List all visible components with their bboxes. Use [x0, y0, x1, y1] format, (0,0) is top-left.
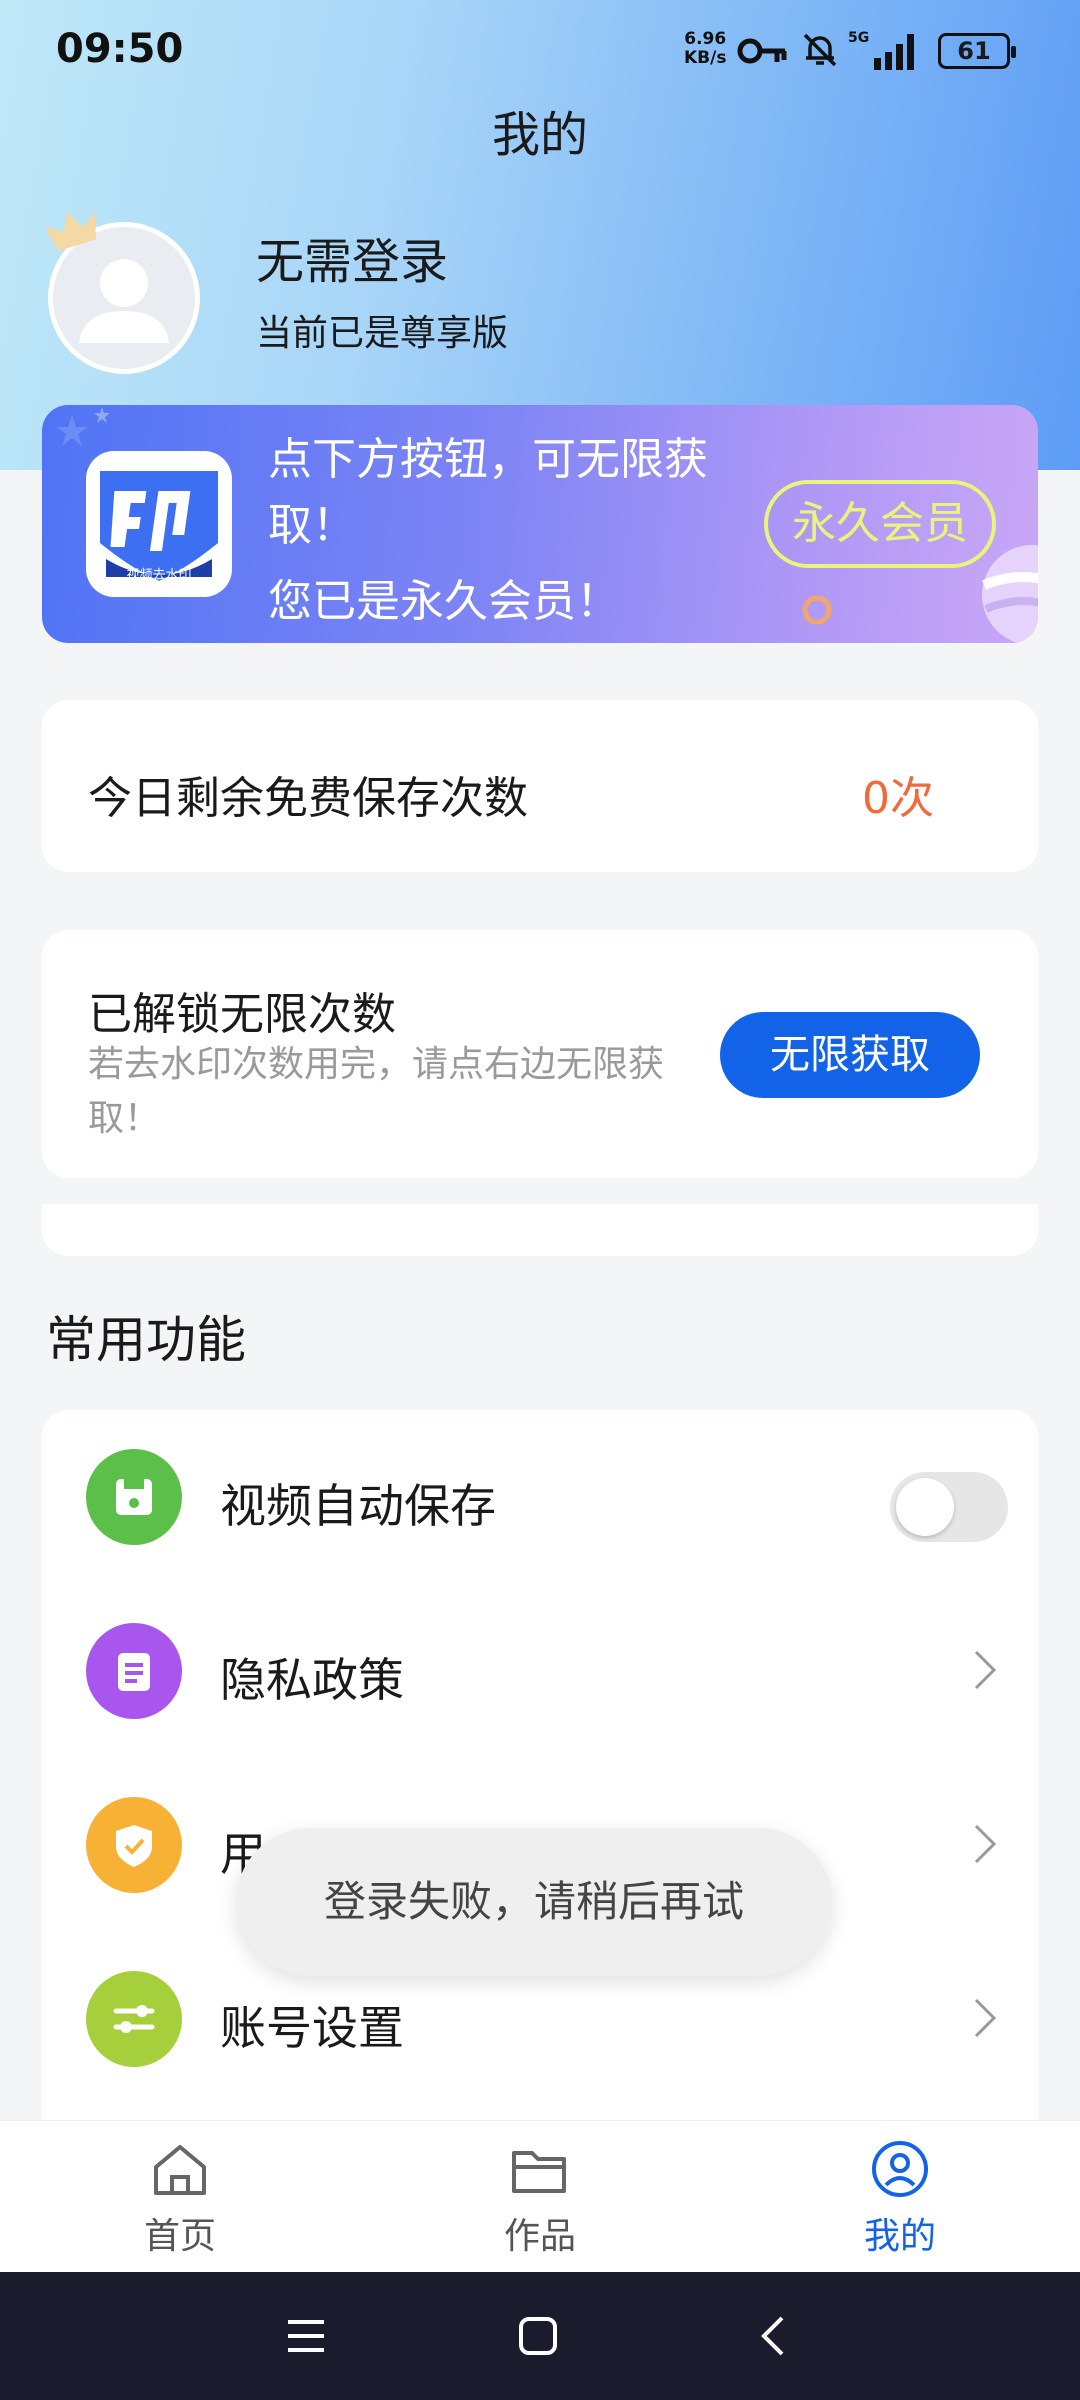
home-icon — [154, 2145, 206, 2195]
free-saves-card: 今日剩余免费保存次数 0次 — [42, 700, 1038, 872]
vip-banner[interactable]: 视频去水印 点下方按钮，可无限获取！ 您已是永久会员！ 永久会员 — [42, 405, 1038, 643]
account-settings-label: 账号设置 — [220, 2001, 404, 2055]
status-time: 09:50 — [56, 26, 184, 72]
free-saves-count: 0次 — [862, 773, 934, 824]
tab-works[interactable]: 作品 — [440, 2139, 640, 2259]
vpn-key-icon — [737, 38, 787, 64]
auto-save-row[interactable]: 视频自动保存 — [42, 1410, 1038, 1584]
user-subtitle: 当前已是尊享版 — [256, 313, 509, 354]
network-rate-value: 6.96 — [684, 29, 727, 49]
document-icon — [86, 1623, 182, 1719]
battery-indicator: 61 — [938, 33, 1016, 69]
card-divider-strip — [42, 1204, 1038, 1256]
privacy-policy-row[interactable]: 隐私政策 — [42, 1584, 1038, 1758]
page-title: 我的 — [491, 107, 588, 163]
function-list: 视频自动保存 隐私政策 用 账号设置 — [42, 1410, 1038, 2122]
system-navigation-bar — [0, 2272, 1080, 2400]
sliders-icon — [86, 1971, 182, 2067]
bell-muted-icon — [803, 33, 837, 67]
home-square-icon[interactable] — [518, 2316, 558, 2356]
watermark-app-logo-icon: 视频去水印 — [100, 471, 218, 583]
chevron-right-icon — [974, 1650, 997, 1690]
bottom-tab-bar: 首页 作品 我的 — [0, 2120, 1080, 2272]
unlimited-get-button[interactable]: 无限获取 — [720, 1012, 980, 1098]
profile-screen: 09:50 6.96 KB/s 5G 61 我的 无需登录 当前已是尊享版 视频… — [0, 0, 1080, 2400]
chevron-right-icon — [974, 1824, 997, 1864]
tab-works-label: 作品 — [503, 2216, 576, 2257]
network-rate-unit: KB/s — [684, 48, 727, 68]
toast-message: 登录失败，请稍后再试 — [236, 1828, 832, 1976]
menu-icon[interactable] — [286, 2316, 326, 2356]
network-rate: 6.96 KB/s — [684, 30, 726, 68]
auto-save-toggle[interactable] — [890, 1472, 1008, 1542]
back-icon[interactable] — [758, 2314, 788, 2358]
free-saves-label: 今日剩余免费保存次数 — [88, 773, 528, 824]
user-name: 无需登录 — [256, 234, 449, 290]
unlock-card: 已解锁无限次数 若去水印次数用完，请点右边无限获取！ 无限获取 — [42, 930, 1038, 1178]
status-bar: 09:50 6.96 KB/s 5G 61 — [0, 0, 1080, 105]
crown-icon — [46, 211, 97, 252]
vip-promo-text: 点下方按钮，可无限获取！ — [268, 434, 708, 551]
vip-status-text: 您已是永久会员！ — [268, 576, 620, 627]
decoration-ring-icon — [802, 595, 832, 625]
unlock-description: 若去水印次数用完，请点右边无限获取！ — [88, 1044, 665, 1139]
stars-decoration-icon — [56, 407, 110, 446]
chevron-right-icon — [974, 1998, 997, 2038]
signal-icon: 5G — [848, 30, 914, 70]
decoration-sphere-icon — [982, 545, 1038, 643]
save-icon — [86, 1449, 182, 1545]
common-functions-title: 常用功能 — [46, 1311, 246, 1369]
shield-icon — [86, 1797, 182, 1893]
tab-mine-label: 我的 — [863, 2216, 936, 2257]
network-type: 5G — [848, 30, 869, 46]
tab-home-label: 首页 — [143, 2216, 216, 2257]
app-logo: 视频去水印 — [86, 451, 232, 597]
permanent-member-badge[interactable]: 永久会员 — [764, 480, 996, 568]
toggle-knob — [896, 1478, 954, 1536]
auto-save-label: 视频自动保存 — [220, 1479, 496, 1533]
folder-icon — [512, 2151, 566, 2193]
unlock-title: 已解锁无限次数 — [88, 989, 396, 1040]
tab-mine[interactable]: 我的 — [800, 2139, 1000, 2259]
app-logo-text: 视频去水印 — [126, 568, 191, 583]
privacy-policy-label: 隐私政策 — [220, 1653, 404, 1707]
user-circle-icon — [872, 2141, 928, 2197]
tab-home[interactable]: 首页 — [80, 2139, 280, 2259]
